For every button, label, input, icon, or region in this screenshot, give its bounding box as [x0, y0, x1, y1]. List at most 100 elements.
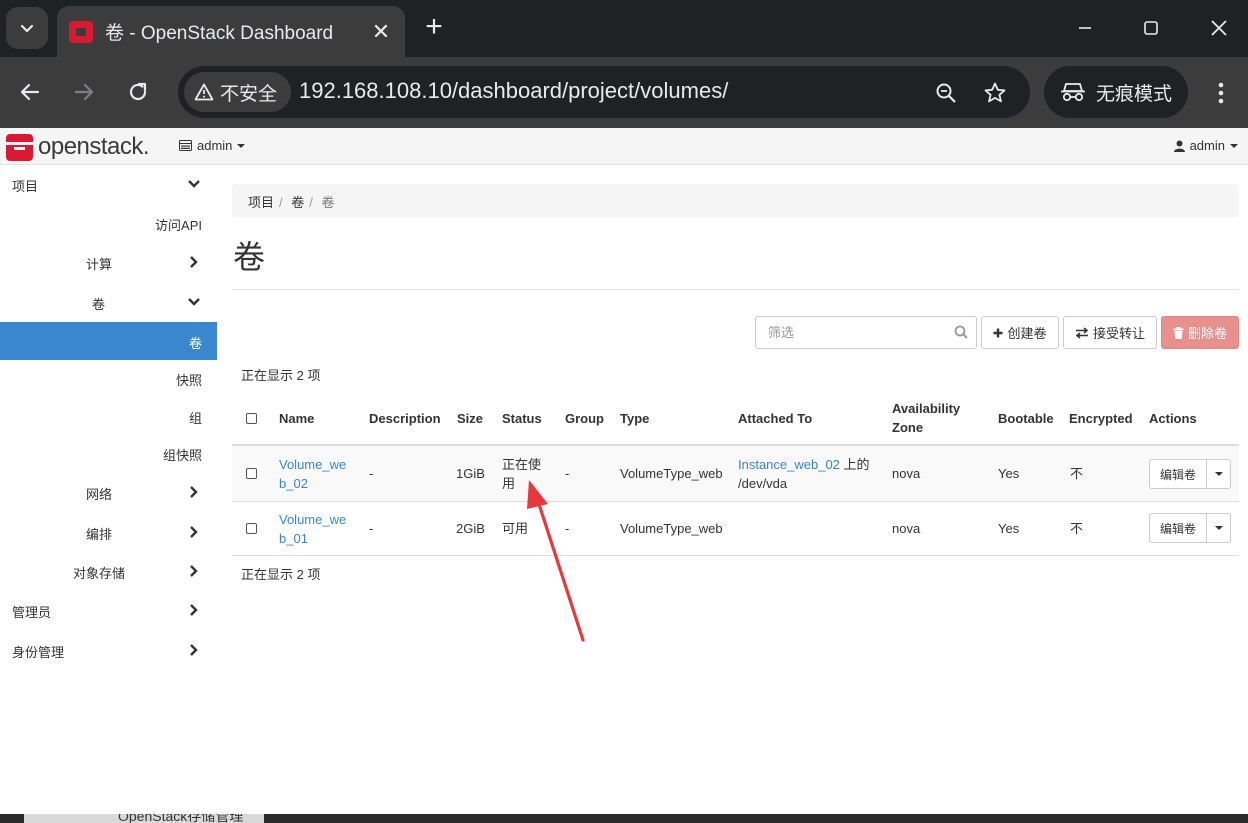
availability-zone: nova [892, 521, 921, 536]
bookmark-star-icon[interactable] [981, 79, 1009, 107]
table-header: Name Description Size Status Group Type … [232, 392, 1239, 446]
sidebar-item-label: 管理员 [12, 605, 52, 620]
incognito-icon [1061, 83, 1085, 102]
sidebar-item-volumes-group[interactable]: 卷 [0, 283, 217, 321]
breadcrumb-item[interactable]: 卷 [291, 195, 304, 210]
filter-input[interactable] [756, 317, 946, 348]
delete-volumes-button[interactable]: 删除卷 [1161, 316, 1239, 349]
sidebar-item-network[interactable]: 网络 [0, 473, 217, 511]
table-row: Volume_web_02 - 1GiB 正在使用 - VolumeType_w… [232, 446, 1239, 502]
actions-dropdown-toggle[interactable] [1207, 459, 1231, 489]
chevron-right-icon [190, 526, 198, 538]
breadcrumb-item[interactable]: 项目 [248, 195, 274, 210]
sidebar-item-snapshots[interactable]: 快照 [0, 359, 217, 397]
column-header[interactable]: Bootable [998, 409, 1054, 428]
sidebar-item-object-store[interactable]: 对象存储 [0, 552, 217, 590]
column-header[interactable]: Size [457, 409, 483, 428]
column-header[interactable]: Name [279, 409, 314, 428]
sidebar-item-label: 网络 [86, 487, 113, 502]
column-header[interactable]: Group [565, 409, 604, 428]
caret-down-icon [1214, 472, 1223, 476]
openstack-logo[interactable]: openstack. [6, 133, 150, 161]
browser-menu-button[interactable] [1206, 74, 1236, 112]
sidebar-item-admin[interactable]: 管理员 [0, 591, 217, 629]
caret-down-icon [1230, 143, 1238, 148]
kebab-menu-icon [1218, 82, 1224, 104]
volume-type: VolumeType_web [620, 521, 723, 536]
sidebar-item-orchestration[interactable]: 编排 [0, 513, 217, 551]
exchange-icon [1075, 326, 1089, 339]
chevron-down-icon [188, 180, 200, 188]
row-actions: 编辑卷 [1149, 513, 1231, 543]
sidebar-item-identity[interactable]: 身份管理 [0, 631, 217, 669]
chevron-right-icon [190, 486, 198, 498]
url-text[interactable]: 192.168.108.10/dashboard/project/volumes… [299, 78, 728, 104]
table-row: Volume_web_01 - 2GiB 可用 - VolumeType_web… [232, 502, 1239, 556]
address-bar[interactable]: 不安全 192.168.108.10/dashboard/project/vol… [178, 66, 1030, 118]
reload-button[interactable] [119, 73, 157, 111]
edit-volume-button[interactable]: 编辑卷 [1149, 459, 1207, 489]
row-checkbox[interactable] [246, 468, 257, 479]
column-header[interactable]: Status [502, 409, 542, 428]
tab-search-button[interactable] [6, 7, 48, 49]
sidebar-item-label: 卷 [92, 297, 106, 312]
close-icon [1211, 20, 1227, 36]
minimize-button[interactable] [1065, 12, 1105, 44]
sidebar-item-project[interactable]: 项目 [0, 165, 217, 203]
zoom-icon[interactable] [932, 79, 960, 107]
security-indicator[interactable]: 不安全 [184, 72, 292, 112]
column-header[interactable]: Availability Zone [892, 399, 972, 437]
attached-suffix: 上的 [839, 457, 870, 472]
volumes-table: Name Description Size Status Group Type … [232, 392, 1239, 556]
plus-icon [993, 328, 1003, 337]
availability-zone: nova [892, 466, 921, 481]
attached-to: Instance_web_02 上的/dev/vda [738, 455, 883, 493]
accept-transfer-button[interactable]: 接受转让 [1063, 316, 1157, 349]
breadcrumb-current: 卷 [321, 195, 335, 210]
column-header[interactable]: Encrypted [1069, 409, 1133, 428]
create-volume-button[interactable]: 创建卷 [981, 316, 1059, 349]
incognito-button[interactable]: 无痕模式 [1044, 66, 1188, 118]
sidebar-item-groups[interactable]: 组 [0, 397, 217, 435]
column-header[interactable]: Type [620, 409, 649, 428]
sidebar-item-label: 对象存储 [73, 566, 126, 581]
openstack-logo-icon [6, 133, 33, 161]
close-tab-icon[interactable]: ✕ [365, 19, 397, 45]
sidebar-item-volumes[interactable]: 卷 [0, 322, 217, 360]
sidebar-item-api-access[interactable]: 访问API [0, 204, 217, 242]
forward-button[interactable] [65, 73, 103, 111]
close-window-button[interactable] [1199, 12, 1239, 44]
sidebar-item-label: 快照 [175, 373, 202, 388]
select-all-checkbox[interactable] [246, 413, 257, 424]
row-checkbox[interactable] [246, 523, 257, 534]
column-header[interactable]: Description [369, 409, 441, 428]
sidebar: 项目 访问API 计算 卷 卷 快照 组 组快照 网络 编排 对象存储 管理员 … [0, 165, 217, 814]
project-dropdown[interactable]: admin [179, 138, 246, 153]
volume-name-link[interactable]: Volume_web_02 [279, 455, 351, 493]
actions-dropdown-toggle[interactable] [1207, 513, 1231, 543]
trash-icon [1173, 326, 1184, 339]
maximize-button[interactable] [1131, 12, 1171, 44]
chevron-down-icon [188, 298, 200, 306]
filter-box [755, 316, 977, 349]
logo-text: openstack. [38, 133, 150, 160]
maximize-icon [1144, 21, 1158, 35]
edit-volume-button[interactable]: 编辑卷 [1149, 513, 1207, 543]
search-icon[interactable] [954, 325, 968, 339]
warning-icon [194, 83, 214, 101]
new-tab-button[interactable]: + [418, 10, 450, 44]
instance-link[interactable]: Instance_web_02 [738, 457, 840, 472]
back-button[interactable] [11, 73, 49, 111]
user-icon [1173, 140, 1185, 152]
sidebar-item-group-snapshots[interactable]: 组快照 [0, 434, 217, 472]
column-header[interactable]: Attached To [738, 409, 812, 428]
browser-tab[interactable]: 卷 - OpenStack Dashboard ✕ [57, 6, 405, 57]
divider [232, 289, 1239, 290]
user-dropdown[interactable]: admin [1173, 138, 1238, 153]
background-window-tab: OpenStack存储管理 [24, 814, 264, 823]
sidebar-item-label: 项目 [12, 179, 39, 194]
volume-name-link[interactable]: Volume_web_01 [279, 510, 351, 548]
sidebar-item-label: 访问API [155, 218, 202, 233]
openstack-favicon-icon [69, 20, 93, 43]
sidebar-item-compute[interactable]: 计算 [0, 243, 217, 281]
